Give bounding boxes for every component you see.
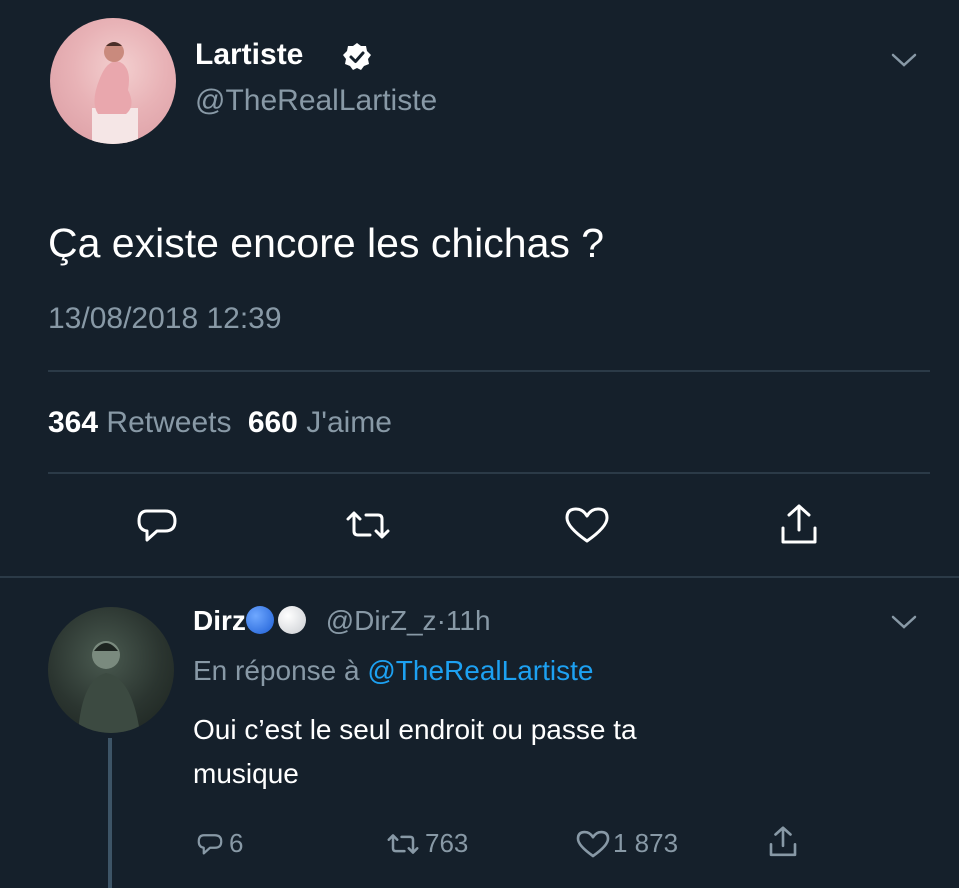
reply-header: Dirz @DirZ_z·11h bbox=[193, 605, 491, 637]
retweet-icon[interactable] bbox=[340, 505, 396, 550]
reply-author-handle[interactable]: @DirZ_z bbox=[326, 605, 437, 636]
reply-reply-action[interactable]: 6 bbox=[195, 828, 243, 859]
divider bbox=[48, 370, 930, 372]
tweet-timestamp[interactable]: 13/08/2018 12:39 bbox=[48, 302, 282, 336]
like-icon[interactable] bbox=[563, 505, 611, 550]
blue-circle-emoji bbox=[245, 606, 274, 634]
retweet-count: 763 bbox=[425, 828, 469, 858]
reply-prefix: En réponse à bbox=[193, 655, 360, 686]
share-icon[interactable] bbox=[775, 502, 823, 553]
reply-retweet-action[interactable]: 763 bbox=[383, 828, 468, 859]
reply-to-handle[interactable]: @TheRealLartiste bbox=[367, 655, 593, 686]
reply-text: Oui c’est le seul endroit ou passe ta mu… bbox=[193, 708, 637, 796]
section-divider bbox=[0, 576, 959, 578]
reply-author-name[interactable]: Dirz bbox=[193, 605, 246, 636]
separator-dot: · bbox=[436, 605, 446, 636]
reply-like-action[interactable]: 1 873 bbox=[575, 828, 678, 859]
retweet-icon bbox=[387, 833, 419, 854]
tweet-stats: 364 Retweets 660 J'aime bbox=[48, 406, 392, 440]
in-reply-to: En réponse à @TheRealLartiste bbox=[193, 655, 593, 687]
reply-share-icon[interactable] bbox=[765, 824, 801, 865]
tweet-text: Ça existe encore les chichas ? bbox=[48, 220, 605, 266]
avatar-figure bbox=[78, 641, 140, 733]
avatar-figure bbox=[92, 42, 138, 144]
likes-label[interactable]: J'aime bbox=[306, 406, 392, 439]
author-name[interactable]: Lartiste bbox=[195, 38, 303, 72]
retweets-label[interactable]: Retweets bbox=[106, 406, 231, 439]
reply-time[interactable]: 11h bbox=[446, 605, 491, 636]
reply-text-line: musique bbox=[193, 758, 299, 789]
reply-author-avatar[interactable] bbox=[48, 607, 174, 733]
author-handle[interactable]: @TheRealLartiste bbox=[195, 84, 437, 118]
thread-line bbox=[108, 738, 112, 888]
reply-text-line: Oui c’est le seul endroit ou passe ta bbox=[193, 714, 637, 745]
like-count: 1 873 bbox=[613, 828, 679, 858]
divider bbox=[48, 472, 930, 474]
retweets-count[interactable]: 364 bbox=[48, 406, 98, 439]
reply-icon[interactable] bbox=[133, 505, 181, 550]
tweet-menu-chevron-icon[interactable] bbox=[890, 50, 918, 75]
reply-menu-chevron-icon[interactable] bbox=[890, 612, 918, 637]
author-avatar[interactable] bbox=[50, 18, 176, 144]
reply-icon bbox=[197, 833, 223, 854]
verified-badge-icon bbox=[342, 42, 372, 77]
reply-count: 6 bbox=[229, 828, 244, 858]
white-circle-emoji bbox=[277, 606, 306, 634]
like-icon bbox=[576, 830, 610, 857]
likes-count[interactable]: 660 bbox=[248, 406, 298, 439]
